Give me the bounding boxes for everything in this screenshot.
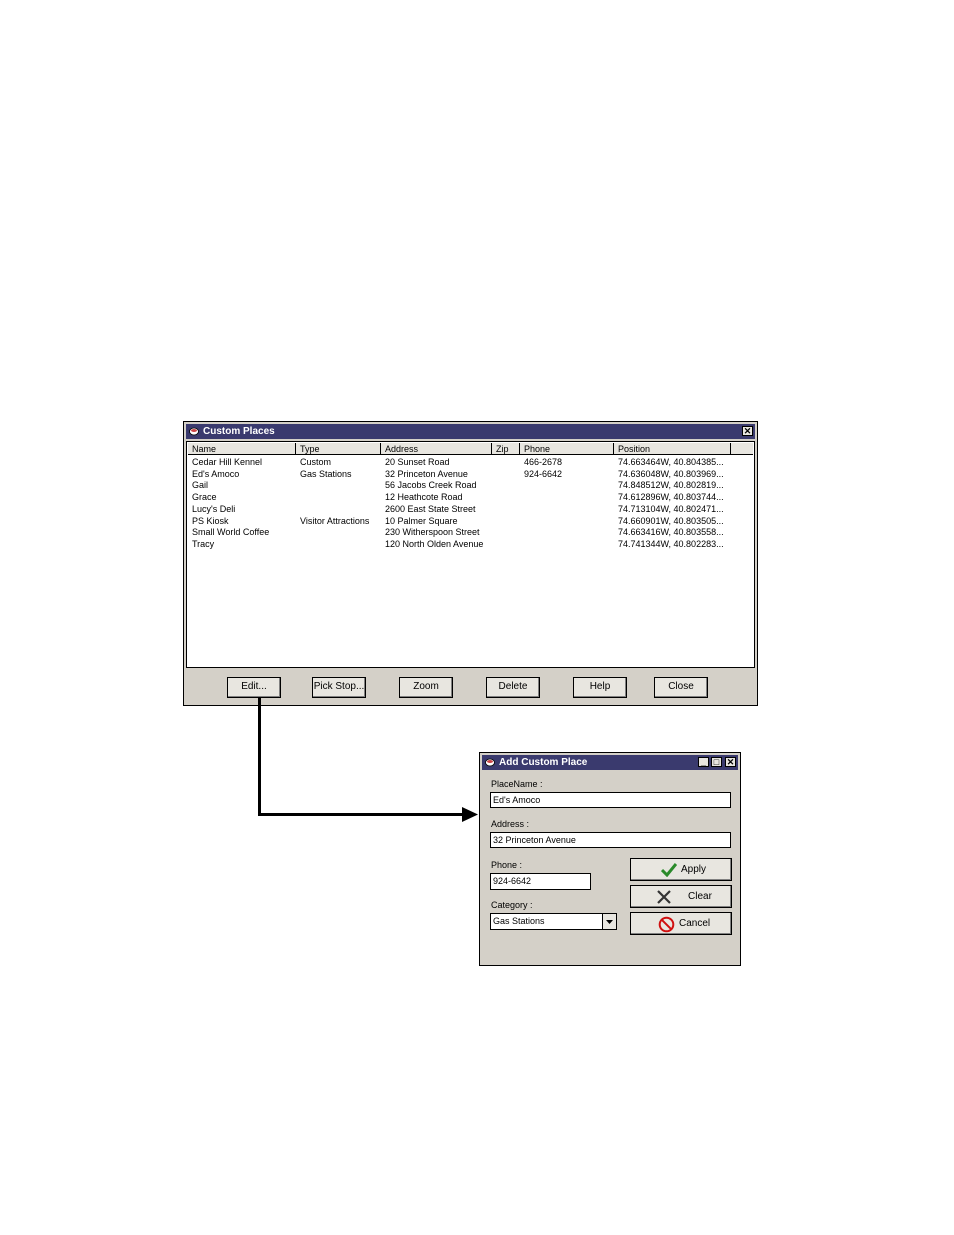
category-label: Category : bbox=[491, 900, 533, 910]
table-row[interactable]: Tracy 120 North Olden Avenue 74.741344W, 4… bbox=[187, 539, 747, 550]
edit-button[interactable]: Edit... bbox=[227, 677, 281, 698]
cell-position: 74.660901W, 40.803505... bbox=[618, 515, 724, 526]
cell-address: 120 North Olden Avenue bbox=[385, 538, 484, 549]
column-header-zip[interactable]: Zip bbox=[492, 443, 520, 455]
delete-button[interactable]: Delete bbox=[486, 677, 540, 698]
cell-address: 20 Sunset Road bbox=[385, 457, 450, 467]
cell-name: Gail bbox=[192, 480, 209, 491]
column-header-name[interactable]: Name bbox=[188, 443, 296, 455]
cell-name: Tracy bbox=[192, 538, 215, 549]
prohibited-icon bbox=[658, 916, 675, 933]
cell-position: 74.741344W, 40.802283... bbox=[618, 538, 724, 549]
connector-line-horizontal bbox=[258, 813, 464, 816]
places-list[interactable]: Name Type Address Zip Phone Position Ced… bbox=[186, 441, 755, 668]
table-row[interactable]: Cedar Hill Kennel Custom 20 Sunset Road 466… bbox=[187, 457, 747, 468]
column-header-position[interactable]: Position bbox=[614, 443, 731, 455]
category-select[interactable]: Gas Stations bbox=[490, 913, 617, 930]
table-row[interactable]: Grace 12 Heathcote Road 74.612896W, 40.803… bbox=[187, 492, 747, 503]
cancel-label: Cancel bbox=[679, 918, 711, 929]
app-icon bbox=[189, 427, 199, 436]
close-icon[interactable]: ✕ bbox=[725, 757, 736, 767]
cell-position: 74.636048W, 40.803969... bbox=[618, 468, 724, 479]
cell-phone: 466-2678 bbox=[524, 457, 563, 467]
cell-address: 10 Palmer Square bbox=[385, 515, 458, 526]
phone-label: Phone : bbox=[491, 860, 523, 870]
category-value: Gas Stations bbox=[493, 916, 545, 926]
pick-stop-button[interactable]: Pick Stop... bbox=[312, 677, 366, 698]
column-header-phone[interactable]: Phone bbox=[520, 443, 614, 455]
cell-position: 74.663464W, 40.804385... bbox=[618, 457, 724, 467]
place-name-label: PlaceName : bbox=[491, 779, 543, 789]
phone-field[interactable]: 924-6642 bbox=[490, 873, 591, 890]
clear-button[interactable]: Clear bbox=[630, 885, 732, 908]
add-place-title: Add Custom Place bbox=[499, 757, 588, 768]
cell-type: Custom bbox=[300, 457, 332, 467]
table-row[interactable]: Gail 56 Jacobs Creek Road 74.848512W, 40.8… bbox=[187, 480, 747, 491]
clear-x-icon bbox=[657, 890, 671, 904]
table-row[interactable]: Small World Coffee 230 Witherspoon Street… bbox=[187, 527, 747, 538]
cell-address: 56 Jacobs Creek Road bbox=[385, 480, 477, 491]
add-place-titlebar[interactable]: Add Custom Place _ □ ✕ bbox=[482, 755, 738, 770]
close-button[interactable]: Close bbox=[654, 677, 708, 698]
cell-position: 74.713104W, 40.802471... bbox=[618, 503, 724, 514]
custom-places-title: Custom Places bbox=[203, 426, 275, 437]
cell-name: Cedar Hill Kennel bbox=[192, 457, 263, 467]
cell-address: 2600 East State Street bbox=[385, 503, 476, 514]
cell-name: Small World Coffee bbox=[192, 527, 270, 538]
clear-label: Clear bbox=[688, 891, 712, 902]
chevron-down-icon[interactable] bbox=[602, 914, 616, 929]
column-header-address[interactable]: Address bbox=[381, 443, 492, 455]
cell-name: Lucy's Deli bbox=[192, 503, 236, 514]
table-row[interactable]: Ed's Amoco Gas Stations 32 Princeton Avenu… bbox=[187, 469, 747, 480]
place-name-field[interactable]: Ed's Amoco bbox=[490, 792, 731, 808]
cell-name: Ed's Amoco bbox=[192, 468, 240, 479]
custom-places-titlebar[interactable]: Custom Places ✕ bbox=[186, 424, 755, 439]
table-row[interactable]: PS Kiosk Visitor Attractions 10 Palmer Squ… bbox=[187, 516, 747, 527]
maximize-icon[interactable]: □ bbox=[711, 757, 722, 767]
connector-line-vertical bbox=[258, 698, 261, 816]
cell-phone: 924-6642 bbox=[524, 468, 563, 479]
apply-button[interactable]: Apply bbox=[630, 858, 732, 881]
cell-position: 74.663416W, 40.803558... bbox=[618, 527, 724, 538]
cell-name: PS Kiosk bbox=[192, 515, 229, 526]
cell-name: Grace bbox=[192, 492, 217, 503]
app-icon bbox=[485, 758, 495, 767]
help-button[interactable]: Help bbox=[573, 677, 627, 698]
cell-address: 230 Witherspoon Street bbox=[385, 527, 480, 538]
checkmark-icon bbox=[661, 863, 677, 877]
cell-address: 32 Princeton Avenue bbox=[385, 468, 468, 479]
apply-label: Apply bbox=[681, 864, 707, 875]
column-header-type[interactable]: Type bbox=[296, 443, 381, 455]
address-label: Address : bbox=[491, 819, 530, 829]
cell-address: 12 Heathcote Road bbox=[385, 492, 463, 503]
close-icon[interactable]: ✕ bbox=[742, 426, 753, 436]
cell-position: 74.612896W, 40.803744... bbox=[618, 492, 724, 503]
table-row[interactable]: Lucy's Deli 2600 East State Street 74.7131… bbox=[187, 504, 747, 515]
cell-type: Gas Stations bbox=[300, 468, 352, 479]
connector-arrow-icon bbox=[462, 807, 478, 822]
address-field[interactable]: 32 Princeton Avenue bbox=[490, 832, 731, 848]
minimize-icon[interactable]: _ bbox=[698, 757, 709, 767]
column-header-spacer bbox=[731, 443, 753, 455]
zoom-button[interactable]: Zoom bbox=[399, 677, 453, 698]
cancel-button[interactable]: Cancel bbox=[630, 912, 732, 935]
cell-position: 74.848512W, 40.802819... bbox=[618, 480, 724, 491]
cell-type: Visitor Attractions bbox=[300, 515, 370, 526]
